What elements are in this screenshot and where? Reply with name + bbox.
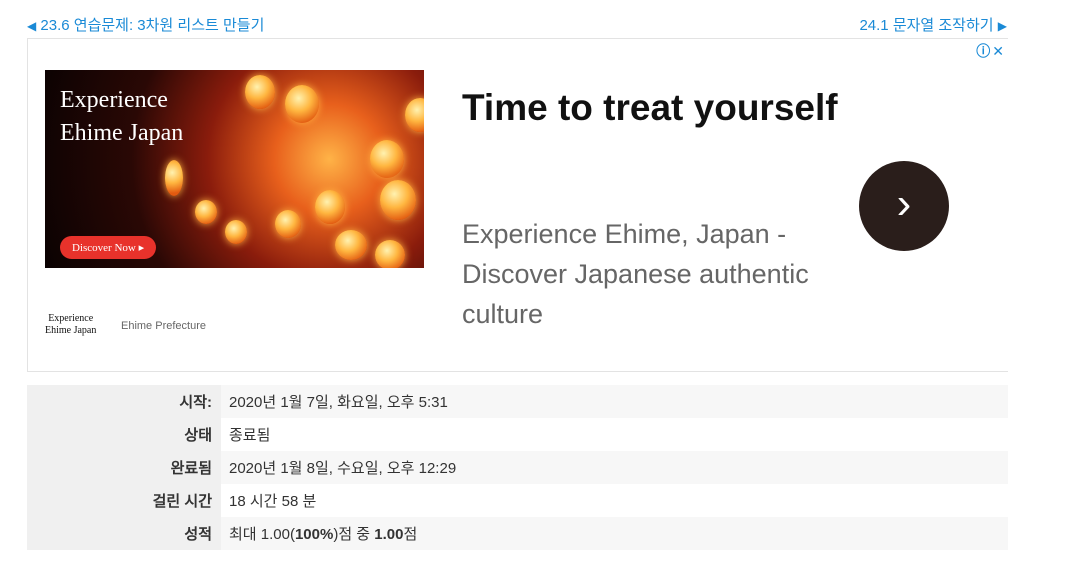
advertisement-banner: ⓘ✕ Experience Ehime Japan Discover Now ▸… (27, 38, 1008, 372)
row-value: 종료됨 (229, 427, 271, 444)
row-label: 완료됨 (27, 451, 221, 484)
table-row: 시작: 2020년 1월 7일, 화요일, 오후 5:31 (27, 385, 1008, 418)
ad-description[interactable]: Experience Ehime, Japan - Discover Japan… (462, 214, 822, 334)
advertiser-name[interactable]: Ehime Prefecture (121, 320, 206, 332)
chevron-right-icon[interactable]: › (859, 161, 949, 251)
next-activity-label: 24.1 문자열 조작하기 (859, 17, 994, 34)
table-row: 상태 종료됨 (27, 418, 1008, 451)
ad-image-title: Experience Ehime Japan (60, 87, 184, 146)
triangle-right-icon: ▶ (997, 19, 1007, 33)
row-value: 18 시간 58 분 (229, 493, 317, 510)
next-activity-link[interactable]: 24.1 문자열 조작하기 ▶ (859, 14, 1007, 35)
quiz-navigation: ◀ 23.6 연습문제: 3차원 리스트 만들기 24.1 문자열 조작하기 ▶ (27, 14, 1007, 36)
row-value: 2020년 1월 7일, 화요일, 오후 5:31 (229, 394, 448, 411)
ad-image[interactable]: Experience Ehime Japan Discover Now ▸ (45, 70, 424, 268)
table-row: 걸린 시간 18 시간 58 분 (27, 484, 1008, 517)
row-label: 성적 (27, 517, 221, 550)
row-label: 상태 (27, 418, 221, 451)
table-row: 성적 최대 1.00(100%)점 중 1.00점 (27, 517, 1008, 550)
quiz-summary-table: 시작: 2020년 1월 7일, 화요일, 오후 5:31 상태 종료됨 완료됨… (27, 385, 1008, 550)
table-row: 완료됨 2020년 1월 8일, 수요일, 오후 12:29 (27, 451, 1008, 484)
advertiser-logo: Experience Ehime Japan (45, 313, 97, 336)
previous-activity-label: 23.6 연습문제: 3차원 리스트 만들기 (40, 17, 265, 34)
row-value: 2020년 1월 8일, 수요일, 오후 12:29 (229, 460, 457, 477)
row-label: 걸린 시간 (27, 484, 221, 517)
previous-activity-link[interactable]: ◀ 23.6 연습문제: 3차원 리스트 만들기 (27, 14, 264, 35)
triangle-left-icon: ◀ (27, 19, 37, 33)
ad-choices-icon[interactable]: ⓘ✕ (976, 41, 1006, 61)
ad-headline[interactable]: Time to treat yourself (462, 79, 842, 137)
discover-now-button[interactable]: Discover Now ▸ (60, 236, 157, 259)
row-label: 시작: (27, 385, 221, 418)
grade-value: 최대 1.00(100%)점 중 1.00점 (229, 526, 418, 543)
